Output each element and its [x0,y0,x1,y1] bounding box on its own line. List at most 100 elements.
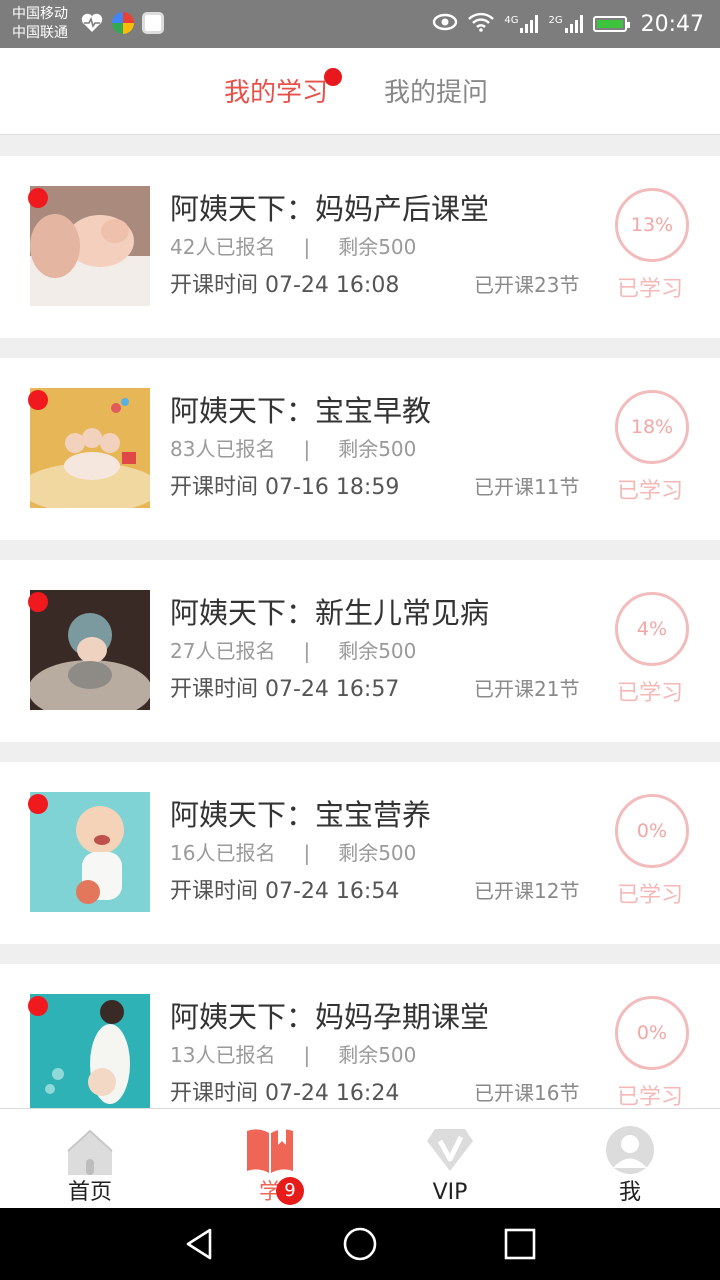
meta-separator: | [303,639,311,663]
course-start-time: 开课时间 07-24 16:24 [170,1081,400,1106]
lessons-count: 已开课12节 [474,879,580,903]
learned-label: 已学习 [617,883,684,908]
course-card[interactable]: 阿姨天下：新生儿常见病 27人已报名 | 剩余500 开课时间 07-24 16:5… [0,560,720,742]
learned-label: 已学习 [617,681,684,706]
course-meta: 42人已报名 | 剩余500 [170,234,416,260]
remaining-seats: 剩余500 [338,437,417,461]
wifi-icon [468,12,495,36]
network-type-1: 4G [504,15,519,26]
course-thumbnail [30,590,150,710]
app-icon [112,12,134,34]
home-button-icon[interactable] [342,1226,378,1262]
app-icon [142,12,164,34]
course-title: 阿姨天下：新生儿常见病 [170,596,490,630]
course-list: 阿姨天下：妈妈产后课堂 42人已报名 | 剩余500 开课时间 07-24 16:0… [0,156,720,1108]
lessons-count: 已开课23节 [474,273,580,297]
course-title: 阿姨天下：宝宝早教 [170,394,432,428]
learned-label: 已学习 [617,277,684,302]
learned-label: 已学习 [617,479,684,504]
course-card[interactable]: 阿姨天下：宝宝早教 83人已报名 | 剩余500 开课时间 07-16 18:59 … [0,358,720,540]
course-card[interactable]: 阿姨天下：宝宝营养 16人已报名 | 剩余500 开课时间 07-24 16:54 … [0,762,720,944]
study-badge: 9 [276,1177,304,1205]
carrier-1: 中国移动 [12,6,68,22]
recents-icon[interactable] [502,1226,538,1262]
course-thumbnail [30,792,150,912]
course-card[interactable]: 阿姨天下：妈妈孕期课堂 13人已报名 | 剩余500 开课时间 07-24 16:2… [0,964,720,1108]
enrolled-count: 16人已报名 [170,841,276,865]
system-status: 4G 2G 20:47 [432,0,704,48]
progress-ring: 13% [615,188,689,262]
eye-icon [432,13,458,35]
nav-label-vip: VIP [432,1180,468,1205]
nav-item-vip[interactable]: VIP [360,1109,540,1209]
unread-dot [28,794,48,814]
lessons-count: 已开课11节 [474,475,580,499]
meta-separator: | [303,841,311,865]
progress-ring: 0% [615,794,689,868]
course-start-time: 开课时间 07-16 18:59 [170,475,400,500]
tab-notification-dot [324,68,342,86]
progress-value: 0% [636,820,668,842]
progress-value: 18% [630,416,674,438]
unread-dot [28,592,48,612]
course-title: 阿姨天下：妈妈孕期课堂 [170,1000,490,1034]
nav-label-study: 学 [258,1180,281,1205]
learned-label: 已学习 [617,1085,684,1108]
course-title: 阿姨天下：妈妈产后课堂 [170,192,490,226]
meta-separator: | [303,1043,311,1067]
course-meta: 83人已报名 | 剩余500 [170,436,416,462]
back-icon[interactable] [182,1226,218,1262]
bottom-nav: 首页 学 9 VIP 我 [0,1108,720,1208]
meta-separator: | [303,437,311,461]
course-start-time: 开课时间 07-24 16:54 [170,879,400,904]
home-icon [65,1125,115,1175]
course-start-time: 开课时间 07-24 16:08 [170,273,400,298]
nav-label-home: 首页 [67,1180,112,1205]
carrier-info: 中国移动 中国联通 [12,5,68,43]
progress-ring: 0% [615,996,689,1070]
tab-my-learning[interactable]: 我的学习 [224,76,328,110]
enrolled-count: 27人已报名 [170,639,276,663]
signal-icon: 2G [548,15,583,33]
course-start-time: 开课时间 07-24 16:57 [170,677,400,702]
progress-ring: 4% [615,592,689,666]
battery-icon [592,16,630,32]
signal-icon: 4G [504,15,539,33]
clock: 20:47 [640,11,704,37]
course-title: 阿姨天下：宝宝营养 [170,798,432,832]
status-bar: 中国移动 中国联通 4G 2G 20:47 [0,0,720,48]
unread-dot [28,390,48,410]
heartbeat-icon [80,12,104,38]
course-meta: 16人已报名 | 剩余500 [170,840,416,866]
nav-label-me: 我 [618,1180,641,1205]
course-thumbnail [30,388,150,508]
tab-my-questions[interactable]: 我的提问 [384,76,488,110]
notification-icons [80,12,164,38]
progress-value: 4% [636,618,668,640]
unread-dot [28,188,48,208]
network-type-2: 2G [548,15,563,26]
course-thumbnail [30,186,150,306]
nav-item-me[interactable]: 我 [540,1109,720,1209]
meta-separator: | [303,235,311,259]
nav-item-home[interactable]: 首页 [0,1109,180,1209]
course-thumbnail [30,994,150,1108]
progress-value: 0% [636,1022,668,1044]
avatar-icon [605,1125,655,1175]
nav-item-study[interactable]: 学 9 [180,1109,360,1209]
vip-icon [425,1125,475,1175]
lessons-count: 已开课16节 [474,1081,580,1105]
remaining-seats: 剩余500 [338,1043,417,1067]
course-card[interactable]: 阿姨天下：妈妈产后课堂 42人已报名 | 剩余500 开课时间 07-24 16:0… [0,156,720,338]
remaining-seats: 剩余500 [338,639,417,663]
system-nav-bar [0,1208,720,1280]
lessons-count: 已开课21节 [474,677,580,701]
enrolled-count: 13人已报名 [170,1043,276,1067]
top-tab-bar: 我的学习 我的提问 [0,48,720,135]
carrier-2: 中国联通 [12,25,68,41]
remaining-seats: 剩余500 [338,235,417,259]
progress-value: 13% [630,214,674,236]
remaining-seats: 剩余500 [338,841,417,865]
enrolled-count: 83人已报名 [170,437,276,461]
book-icon [245,1125,295,1175]
